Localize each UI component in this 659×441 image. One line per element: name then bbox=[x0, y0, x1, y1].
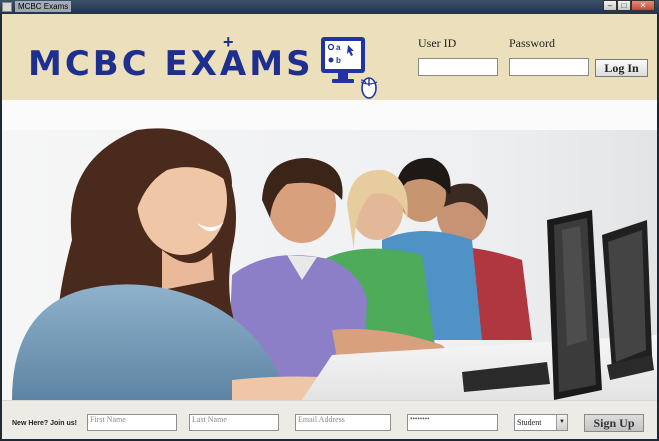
close-icon[interactable]: ✕ bbox=[631, 0, 655, 11]
join-prompt: New Here? Join us! bbox=[12, 420, 77, 427]
first-name-input[interactable]: First Name bbox=[87, 414, 177, 431]
login-button[interactable]: Log In bbox=[595, 59, 648, 77]
signup-button[interactable]: Sign Up bbox=[584, 414, 644, 432]
window-titlebar[interactable]: MCBC Exams – □ ✕ bbox=[0, 0, 659, 14]
hero-banner bbox=[2, 100, 657, 400]
email-input[interactable]: Email Address bbox=[295, 414, 391, 431]
user-id-input[interactable] bbox=[418, 58, 498, 76]
app-frame: MCBC EXAMS + a b User ID Password Log In bbox=[2, 14, 657, 439]
user-id-label: User ID bbox=[418, 36, 457, 50]
students-at-computers-photo bbox=[2, 100, 657, 400]
logo-text: MCBC EXAMS bbox=[28, 44, 314, 84]
svg-text:b: b bbox=[336, 56, 341, 65]
chevron-down-icon[interactable]: ▼ bbox=[556, 415, 567, 430]
password-label: Password bbox=[509, 36, 556, 50]
logo-plus-icon: + bbox=[223, 32, 234, 52]
monitor-quiz-icon: a b bbox=[321, 37, 378, 99]
minimize-icon[interactable]: – bbox=[603, 0, 617, 11]
app-icon bbox=[2, 2, 12, 12]
svg-text:a: a bbox=[336, 43, 341, 52]
role-select[interactable]: Student ▼ bbox=[514, 414, 568, 431]
password-input[interactable] bbox=[509, 58, 589, 76]
maximize-icon[interactable]: □ bbox=[617, 0, 631, 11]
header: MCBC EXAMS + a b User ID Password Log In bbox=[2, 14, 657, 100]
window-title: MCBC Exams bbox=[15, 1, 72, 12]
signup-password-input[interactable]: •••••••• bbox=[407, 414, 498, 431]
window-controls: – □ ✕ bbox=[603, 0, 655, 12]
signup-bar: New Here? Join us! First Name Last Name … bbox=[2, 400, 657, 439]
role-select-value: Student bbox=[517, 418, 542, 427]
last-name-input[interactable]: Last Name bbox=[189, 414, 279, 431]
